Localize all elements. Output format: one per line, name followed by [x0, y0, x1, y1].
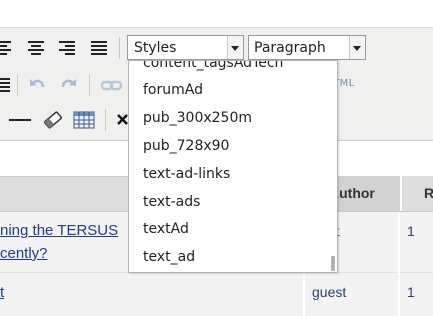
dropdown-item[interactable]: pub_728x90 [143, 138, 229, 154]
align-left-icon[interactable] [0, 37, 14, 57]
table-row [0, 273, 433, 316]
column-header-replies[interactable]: R [400, 176, 433, 211]
align-justify-icon[interactable] [89, 37, 109, 57]
dropdown-scrollbar-thumb[interactable] [331, 256, 335, 271]
topic-link[interactable]: t [0, 284, 4, 301]
replies-cell: 1 [407, 284, 415, 300]
author-cell: guest [312, 284, 347, 300]
styles-select-value: Styles [134, 40, 177, 56]
column-divider [398, 212, 400, 316]
toolbar-separator [119, 37, 120, 59]
eraser-icon[interactable] [42, 109, 63, 129]
topic-link-line1[interactable]: ning the TERSUS [0, 222, 118, 239]
dropdown-item[interactable]: pub_300x250m [143, 110, 252, 126]
table-icon[interactable] [73, 110, 95, 130]
paragraph-dropdown-arrow-icon[interactable] [349, 36, 365, 59]
dropdown-item[interactable]: text_ad [143, 249, 195, 265]
paragraph-select-value: Paragraph [254, 40, 326, 56]
toolbar-separator [17, 74, 18, 96]
paragraph-select[interactable]: Paragraph [248, 35, 366, 60]
styles-dropdown-arrow-icon[interactable] [227, 36, 243, 59]
topic-link-line2[interactable]: cently? [0, 245, 48, 262]
dropdown-item[interactable]: content_tagsAdTech [143, 61, 283, 71]
dropdown-item[interactable]: textAd [143, 221, 189, 237]
dropdown-item[interactable]: forumAd [143, 82, 203, 98]
top-band [0, 0, 433, 27]
redo-icon[interactable] [59, 75, 79, 95]
styles-select[interactable]: Styles [127, 35, 244, 60]
align-center-icon[interactable] [26, 37, 46, 57]
align-right-icon[interactable] [57, 37, 77, 57]
replies-cell: 1 [407, 223, 415, 239]
outdent-icon[interactable] [0, 74, 12, 94]
dropdown-item[interactable]: text-ad-links [143, 166, 230, 182]
toolbar-separator [105, 109, 106, 131]
toolbar-separator [89, 74, 90, 96]
link-icon[interactable] [100, 76, 123, 96]
undo-icon[interactable] [27, 75, 47, 95]
horizontal-rule-icon[interactable] [9, 110, 31, 130]
dropdown-item[interactable]: text-ads [143, 194, 200, 210]
styles-dropdown-menu: content_tagsAdTech forumAd pub_300x250m … [128, 60, 338, 273]
